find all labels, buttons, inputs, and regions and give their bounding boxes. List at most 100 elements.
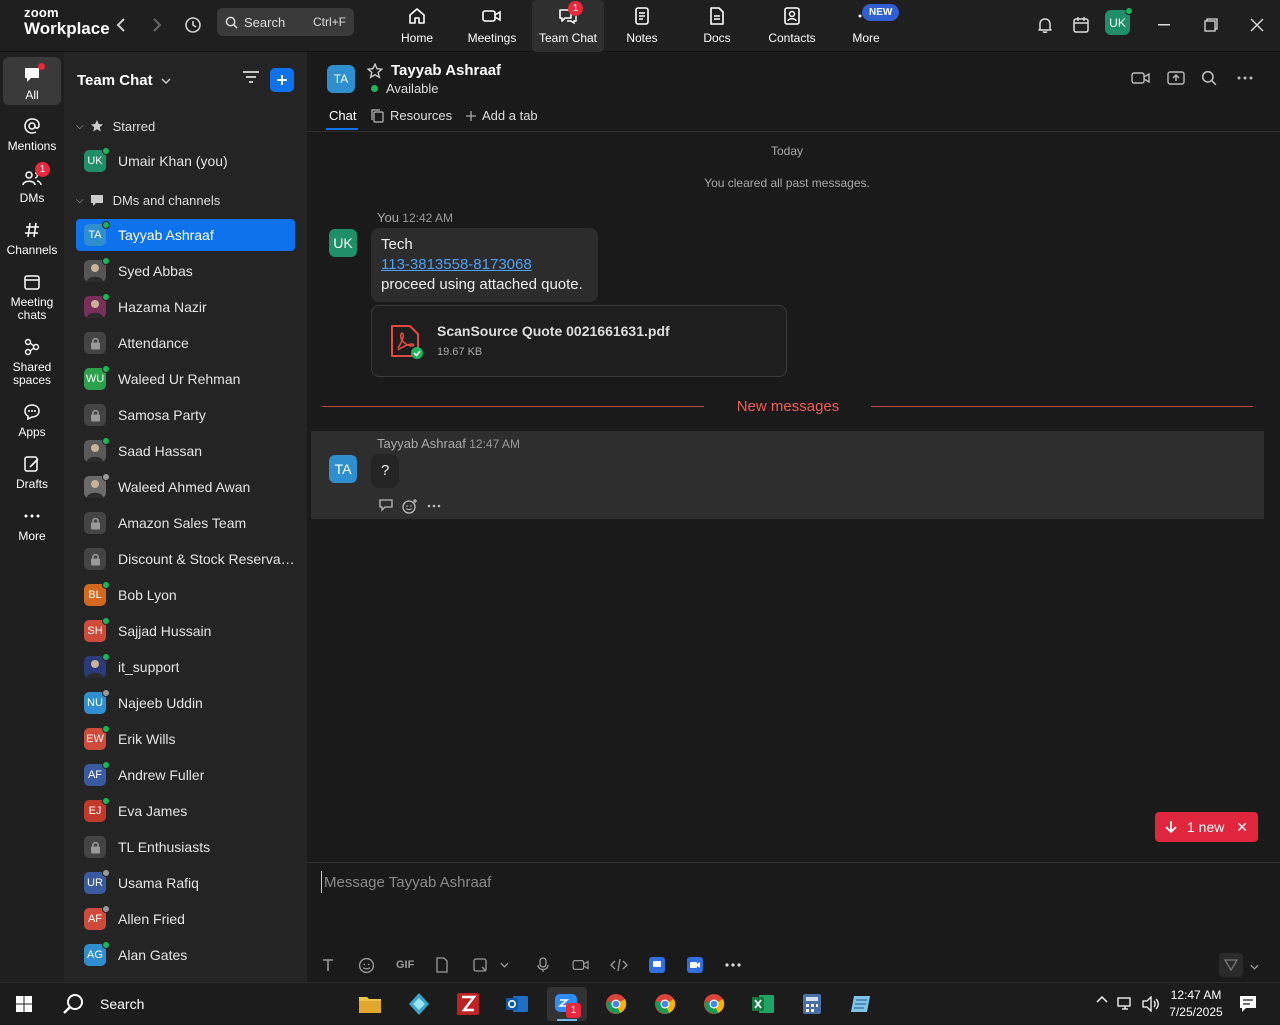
- sidebar-contact[interactable]: TA Tayyab Ashraaf: [76, 219, 295, 251]
- taskbar-clock[interactable]: 12:47 AM 7/25/2025: [1160, 987, 1232, 1021]
- zoom-taskbar-icon[interactable]: 1: [547, 987, 587, 1021]
- app-shield-icon[interactable]: [399, 987, 439, 1021]
- rail-dms[interactable]: DMs 1: [3, 162, 61, 205]
- rail-all[interactable]: All: [3, 57, 61, 105]
- sidebar-contact[interactable]: UR Usama Rafiq: [76, 867, 295, 899]
- dms-section-header[interactable]: ⌵ DMs and channels: [76, 190, 220, 210]
- sidebar-contact[interactable]: BL Bob Lyon: [76, 579, 295, 611]
- notepad-icon[interactable]: [841, 987, 881, 1021]
- app-integration-icon[interactable]: [649, 955, 665, 975]
- sender-avatar[interactable]: UK: [329, 229, 357, 257]
- forward-arrow-icon[interactable]: [146, 14, 168, 36]
- restore-window-icon[interactable]: [1199, 13, 1223, 37]
- nav-more[interactable]: More NEW: [830, 0, 902, 52]
- volume-icon[interactable]: [1142, 996, 1160, 1012]
- sidebar-contact[interactable]: Saad Hassan: [76, 435, 295, 467]
- back-arrow-icon[interactable]: [110, 14, 132, 36]
- nav-team-chat[interactable]: Team Chat 1: [532, 0, 604, 52]
- jump-to-new-button[interactable]: 1 new ✕: [1155, 812, 1258, 842]
- sidebar-contact[interactable]: NU Najeeb Uddin: [76, 687, 295, 719]
- action-center-icon[interactable]: [1239, 995, 1257, 1013]
- sidebar-contact[interactable]: Amazon Sales Team: [76, 507, 295, 539]
- dismiss-icon[interactable]: ✕: [1236, 819, 1248, 836]
- nav-meetings[interactable]: Meetings: [456, 0, 528, 52]
- video-message-icon[interactable]: [572, 955, 590, 975]
- nav-docs[interactable]: Docs: [681, 0, 753, 52]
- sidebar-contact[interactable]: WU Waleed Ur Rehman: [76, 363, 295, 395]
- sidebar-contact[interactable]: EW Erik Wills: [76, 723, 295, 755]
- nav-home[interactable]: Home: [381, 0, 453, 52]
- sidebar-contact[interactable]: Syed Abbas: [76, 255, 295, 287]
- share-screen-icon[interactable]: [1167, 70, 1185, 86]
- windows-start-icon[interactable]: [4, 987, 44, 1021]
- gif-button[interactable]: GIF: [396, 955, 414, 975]
- rail-channels[interactable]: Channels: [3, 218, 61, 257]
- filter-icon[interactable]: [242, 70, 260, 84]
- global-search[interactable]: Search Ctrl+F: [217, 8, 354, 36]
- code-snippet-icon[interactable]: [610, 955, 628, 975]
- sidebar-contact[interactable]: Discount & Stock Reservati...: [76, 543, 295, 575]
- sidebar-contact[interactable]: Waleed Ahmed Awan: [76, 471, 295, 503]
- starred-section-header[interactable]: ⌵ Starred: [76, 116, 155, 136]
- chevron-down-icon[interactable]: [500, 955, 509, 975]
- add-reaction-icon[interactable]: [402, 498, 418, 514]
- star-outline-icon[interactable]: [367, 63, 383, 79]
- message-bubble[interactable]: Tech 113-3813558-8173068 proceed using a…: [371, 228, 598, 302]
- emoji-icon[interactable]: [358, 955, 375, 975]
- more-options-icon[interactable]: [1237, 76, 1253, 80]
- sidebar-contact[interactable]: AG Alan Gates: [76, 939, 295, 971]
- network-icon[interactable]: [1117, 997, 1135, 1011]
- attach-file-icon[interactable]: [435, 955, 449, 975]
- tray-overflow-chevron-icon[interactable]: [1096, 995, 1108, 1003]
- taskbar-search[interactable]: Search: [50, 983, 346, 1025]
- sidebar-contact[interactable]: TL Enthusiasts: [76, 831, 295, 863]
- calculator-icon[interactable]: [792, 987, 832, 1021]
- contact-name[interactable]: Tayyab Ashraaf: [391, 62, 501, 79]
- rail-apps[interactable]: Apps: [3, 400, 61, 439]
- rail-mentions[interactable]: Mentions: [3, 114, 61, 153]
- contact-avatar[interactable]: TA: [327, 65, 355, 93]
- sidebar-contact[interactable]: Attendance: [76, 327, 295, 359]
- video-call-icon[interactable]: [1131, 70, 1151, 86]
- text-format-icon[interactable]: [321, 955, 335, 975]
- zoom-app-icon[interactable]: [687, 955, 703, 975]
- file-attachment[interactable]: ScanSource Quote 0021661631.pdf 19.67 KB: [371, 305, 787, 377]
- sidebar-contact[interactable]: Hazama Nazir: [76, 291, 295, 323]
- rail-drafts[interactable]: Drafts: [3, 452, 61, 491]
- outlook-icon[interactable]: [497, 987, 537, 1021]
- sidebar-contact[interactable]: SH Sajjad Hussain: [76, 615, 295, 647]
- message-bubble[interactable]: ?: [371, 454, 400, 488]
- search-icon[interactable]: [1201, 70, 1217, 86]
- order-number-link[interactable]: 113-3813558-8173068: [381, 256, 532, 273]
- user-avatar[interactable]: UK: [1105, 7, 1133, 35]
- notifications-bell-icon[interactable]: [1033, 13, 1057, 37]
- sender-avatar[interactable]: TA: [329, 455, 357, 483]
- sidebar-contact[interactable]: it_support: [76, 651, 295, 683]
- nav-notes[interactable]: Notes: [606, 0, 678, 52]
- message-more-icon[interactable]: [427, 504, 441, 508]
- sidebar-contact[interactable]: AF Allen Fried: [76, 903, 295, 935]
- tab-chat[interactable]: Chat: [329, 108, 356, 123]
- excel-icon[interactable]: [743, 987, 783, 1021]
- close-window-icon[interactable]: [1245, 13, 1269, 37]
- sidebar-contact[interactable]: EJ Eva James: [76, 795, 295, 827]
- chevron-down-icon[interactable]: [1250, 957, 1259, 977]
- sidebar-contact[interactable]: Samosa Party: [76, 399, 295, 431]
- more-tools-icon[interactable]: [725, 955, 741, 975]
- calendar-widget-icon[interactable]: [1069, 13, 1093, 37]
- chrome-profile-2-icon[interactable]: [645, 987, 685, 1021]
- rail-shared-spaces[interactable]: Shared spaces: [3, 335, 61, 387]
- rail-meeting-chats[interactable]: Meeting chats: [3, 270, 61, 322]
- microphone-icon[interactable]: [537, 955, 549, 975]
- chrome-icon[interactable]: [596, 987, 636, 1021]
- chrome-profile-3-icon[interactable]: [694, 987, 734, 1021]
- send-button[interactable]: [1219, 953, 1243, 977]
- tab-resources[interactable]: Resources: [371, 108, 452, 123]
- tab-add[interactable]: Add a tab: [465, 108, 538, 123]
- team-chat-dropdown[interactable]: Team Chat: [77, 72, 171, 89]
- file-explorer-icon[interactable]: [350, 987, 390, 1021]
- history-icon[interactable]: [182, 14, 204, 36]
- filezilla-icon[interactable]: [448, 987, 488, 1021]
- message-input[interactable]: [321, 871, 1251, 893]
- sidebar-contact[interactable]: AF Andrew Fuller: [76, 759, 295, 791]
